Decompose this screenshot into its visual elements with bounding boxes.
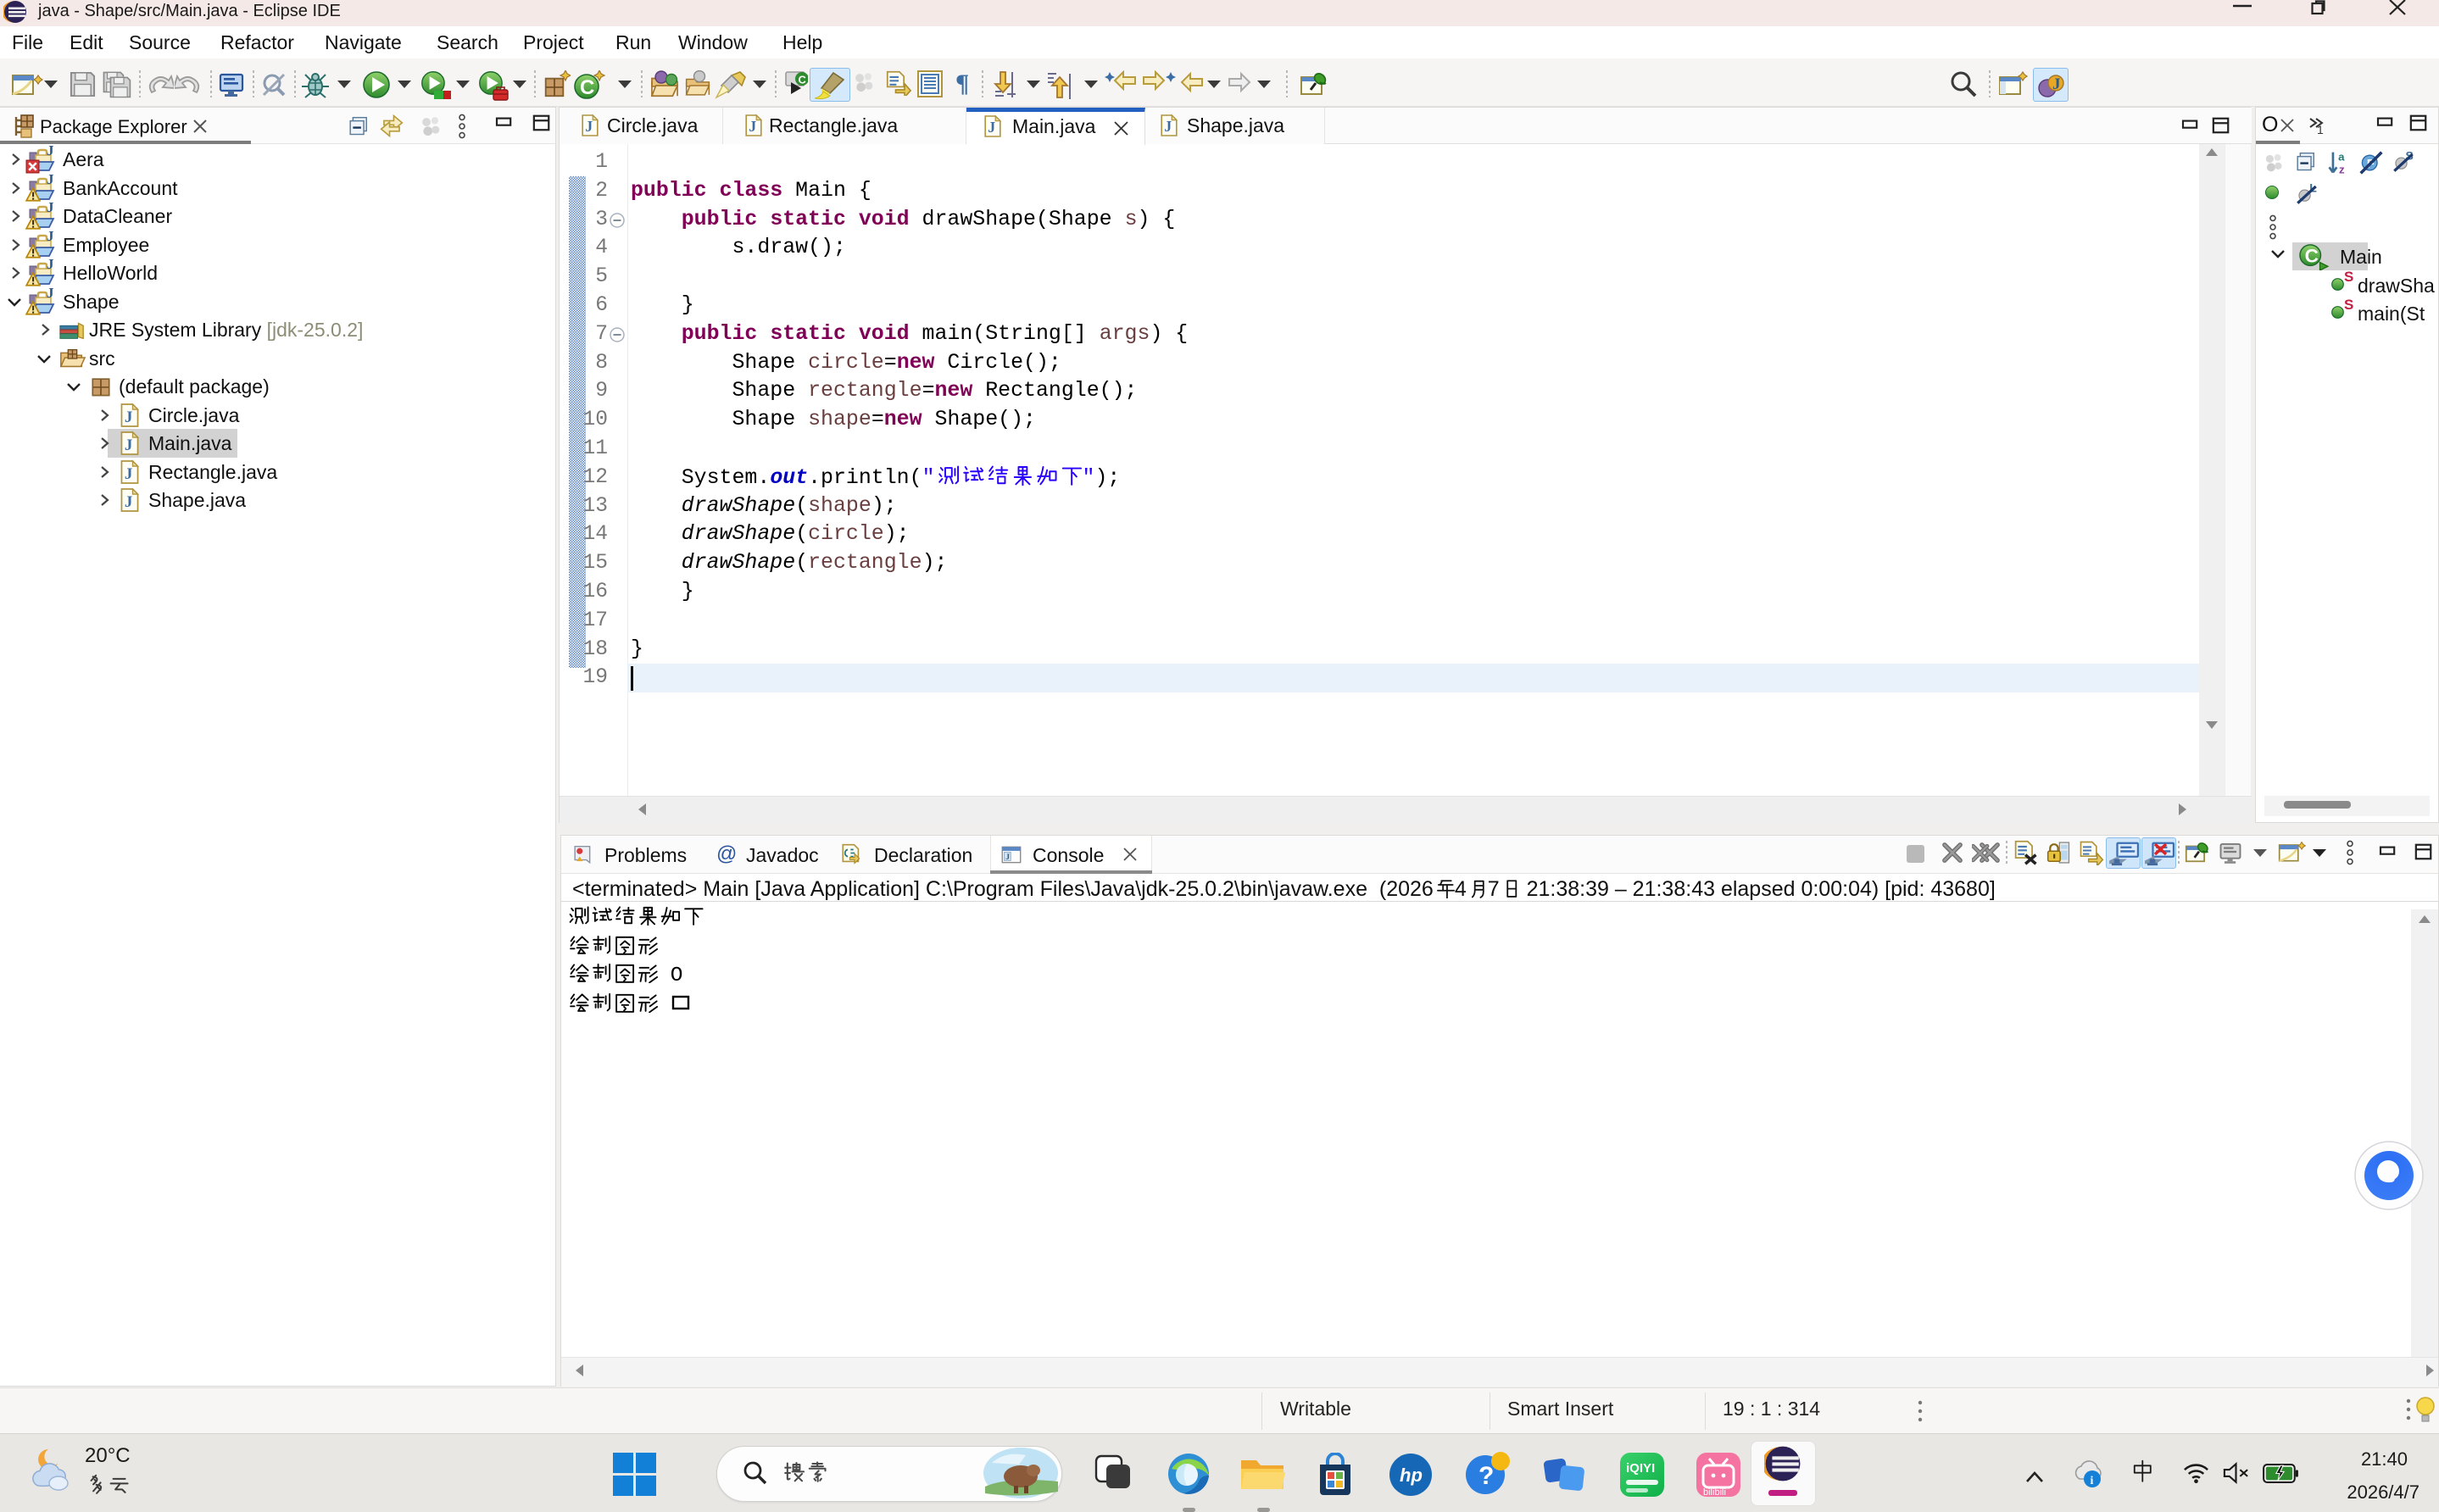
svg-text:C: C [580, 76, 594, 99]
svg-text:¶: ¶ [955, 70, 969, 96]
svg-text:J: J [2052, 75, 2061, 93]
svg-text:C: C [799, 74, 807, 86]
svg-text:?: ? [1478, 1462, 1494, 1490]
svg-text:i: i [2091, 1475, 2094, 1487]
svg-text:1: 1 [2317, 123, 2324, 135]
svg-text:hp: hp [1400, 1465, 1423, 1486]
svg-text:iQIYI: iQIYI [1626, 1461, 1655, 1476]
svg-text:bilibili: bilibili [1703, 1487, 1726, 1498]
